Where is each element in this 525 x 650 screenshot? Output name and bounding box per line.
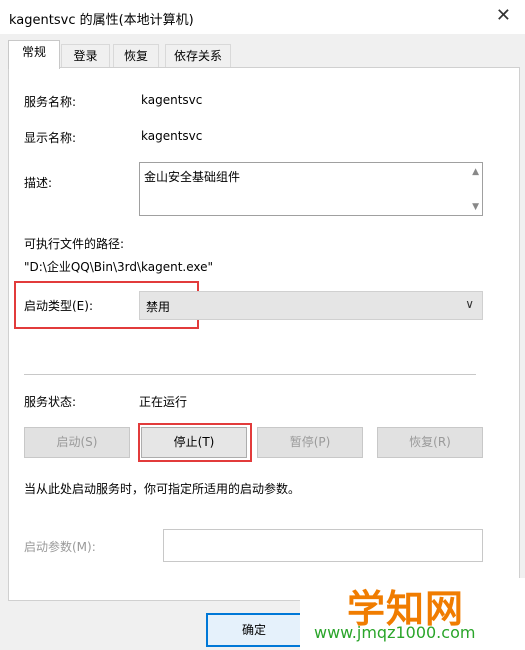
scroll-down-icon[interactable]: ▼: [472, 202, 479, 212]
description-label: 描述:: [24, 176, 53, 190]
tab-recovery[interactable]: 恢复: [113, 44, 159, 68]
service-status-label: 服务状态:: [24, 395, 77, 409]
ok-button[interactable]: 确定: [206, 613, 302, 647]
general-panel: [8, 67, 520, 601]
tab-logon[interactable]: 登录: [61, 44, 110, 68]
stop-button-highlight: [138, 423, 252, 462]
watermark-url: www.jmqz1000.com: [314, 623, 476, 642]
tab-general[interactable]: 常规: [8, 40, 60, 69]
divider: [24, 374, 476, 375]
service-name-label: 服务名称:: [24, 95, 77, 109]
executable-path-label: 可执行文件的路径:: [24, 237, 125, 251]
start-button[interactable]: 启动(S): [24, 427, 130, 458]
scroll-up-icon[interactable]: ▲: [472, 167, 479, 177]
title-bar: kagentsvc 的属性(本地计算机) ✕: [0, 0, 525, 34]
start-params-label: 启动参数(M):: [24, 540, 96, 554]
start-params-hint: 当从此处启动服务时，你可指定所适用的启动参数。: [24, 482, 301, 496]
startup-type-value: 禁用: [146, 300, 171, 314]
window-title: kagentsvc 的属性(本地计算机): [9, 13, 194, 28]
service-name-value: kagentsvc: [141, 93, 203, 107]
startup-type-select[interactable]: 禁用 ∨: [139, 291, 483, 320]
description-box[interactable]: 金山安全基础组件 ▲ ▼: [139, 162, 483, 216]
tab-dependencies[interactable]: 依存关系: [165, 44, 231, 68]
watermark: 学知网 www.jmqz1000.com: [300, 578, 525, 650]
display-name-label: 显示名称:: [24, 131, 77, 145]
resume-button[interactable]: 恢复(R): [377, 427, 483, 458]
pause-button[interactable]: 暂停(P): [257, 427, 363, 458]
service-status-value: 正在运行: [139, 395, 188, 409]
startup-type-label: 启动类型(E):: [24, 299, 93, 313]
display-name-value: kagentsvc: [141, 129, 203, 143]
chevron-down-icon: ∨: [465, 297, 474, 311]
start-params-input[interactable]: [163, 529, 483, 562]
description-text: 金山安全基础组件: [144, 170, 241, 184]
executable-path-value: "D:\企业QQ\Bin\3rd\kagent.exe": [24, 260, 214, 274]
close-icon[interactable]: ✕: [496, 5, 511, 26]
